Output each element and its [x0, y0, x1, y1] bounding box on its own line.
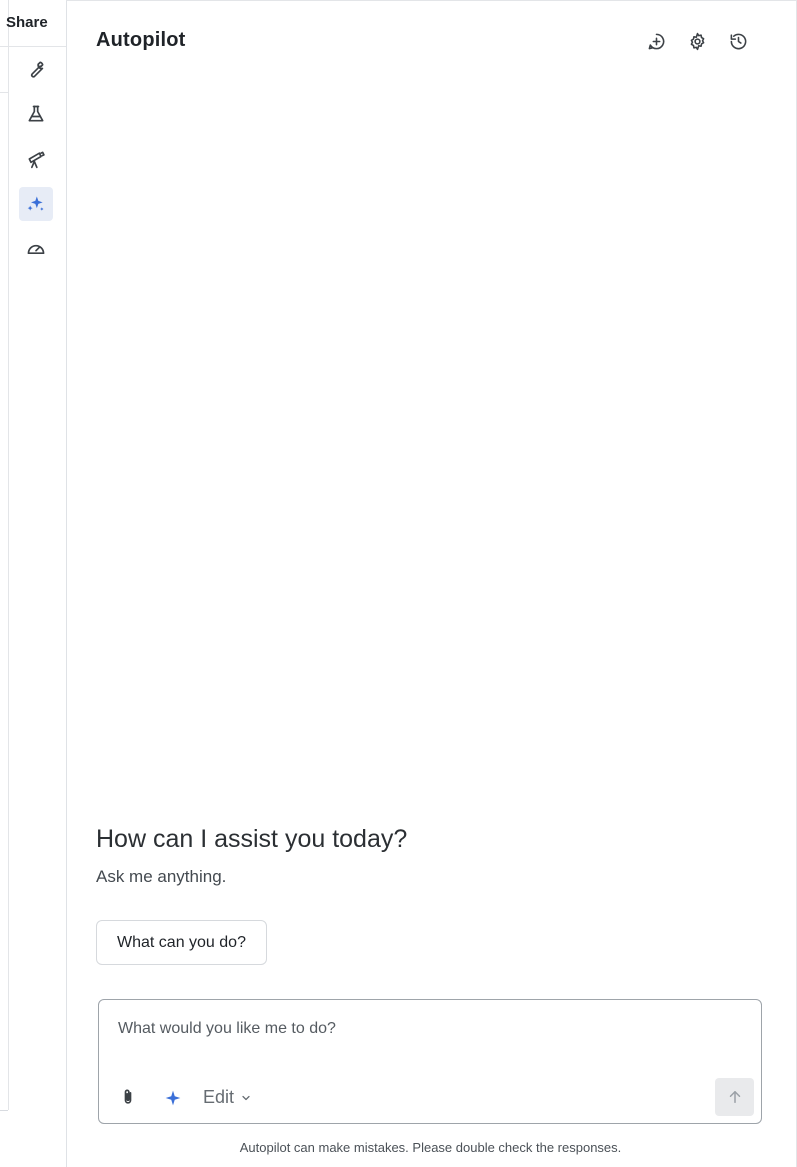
sparkle-icon — [165, 1090, 181, 1106]
new-chat-icon — [648, 33, 664, 49]
share-button[interactable]: Share — [6, 14, 48, 31]
gauge-icon — [27, 244, 45, 254]
flask-icon — [28, 105, 44, 122]
arrow-up-icon — [729, 1091, 740, 1103]
left-pane-divider — [0, 92, 8, 93]
panel-title: Autopilot — [96, 29, 186, 51]
mode-label: Edit — [203, 1087, 235, 1107]
header-actions — [642, 28, 752, 54]
mode-dropdown[interactable]: Edit — [203, 1087, 252, 1108]
ai-indicator — [163, 1088, 183, 1108]
tool-strip — [19, 52, 54, 277]
disclaimer-text: Autopilot can make mistakes. Please doub… — [239, 1140, 622, 1155]
panel-left-border — [66, 0, 67, 1167]
share-divider — [0, 46, 66, 47]
chevron-down-icon — [242, 1095, 250, 1100]
tool-autopilot[interactable] — [19, 187, 53, 221]
history-button[interactable] — [724, 28, 752, 54]
history-icon — [730, 33, 746, 49]
telescope-icon — [28, 151, 45, 169]
tool-wrench[interactable] — [19, 52, 53, 86]
new-chat-button[interactable] — [642, 28, 670, 54]
attach-button[interactable] — [117, 1086, 139, 1108]
left-pane-bottom-edge — [0, 1110, 8, 1111]
panel-top-border — [66, 0, 797, 1]
settings-gear-icon — [690, 32, 704, 50]
welcome-heading: How can I assist you today? — [96, 825, 408, 853]
tool-gauge[interactable] — [19, 232, 53, 266]
sparkles-icon — [27, 196, 44, 211]
tool-flask[interactable] — [19, 97, 53, 131]
send-button[interactable] — [715, 1078, 754, 1116]
prompt-composer: Edit — [98, 999, 762, 1124]
suggestion-what-can-you-do[interactable]: What can you do? — [96, 920, 267, 965]
welcome-subheading: Ask me anything. — [96, 867, 227, 886]
left-pane-edge — [0, 0, 9, 1110]
tool-telescope[interactable] — [19, 142, 53, 176]
paperclip-icon — [124, 1089, 132, 1104]
wrench-icon — [30, 61, 44, 78]
settings-button[interactable] — [683, 28, 711, 54]
prompt-input[interactable] — [118, 1020, 738, 1038]
